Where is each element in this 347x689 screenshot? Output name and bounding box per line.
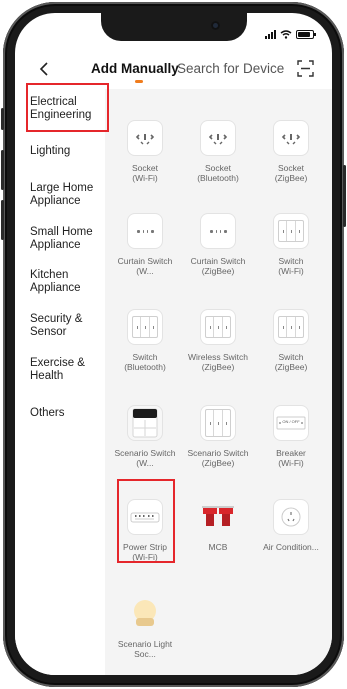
device-tile-air-condition[interactable]: Air Condition... bbox=[258, 500, 324, 552]
device-label: Socket bbox=[205, 163, 231, 173]
status-bar bbox=[265, 30, 316, 39]
battery-level bbox=[298, 32, 310, 37]
mute-button bbox=[1, 108, 4, 130]
light-socket-icon bbox=[128, 597, 162, 631]
curtain-switch-icon bbox=[128, 214, 162, 248]
device-label: Scenario Switch bbox=[187, 448, 249, 458]
device-sub-label: (ZigBee) bbox=[201, 458, 235, 468]
sidebar-item-small-home-appliance[interactable]: Small Home Appliance bbox=[30, 226, 104, 252]
device-sub-label: (Wi-Fi) bbox=[132, 173, 158, 183]
tab-search-for-device[interactable]: Search for Device bbox=[177, 61, 284, 76]
breaker-mini-text: ON / OFF bbox=[282, 419, 300, 424]
sidebar-item-kitchen-appliance[interactable]: Kitchen Appliance bbox=[30, 269, 104, 295]
device-tile-scenario-switch-zigbee[interactable]: Scenario Switch (ZigBee) bbox=[185, 406, 251, 468]
device-tile-wireless-switch-zigbee[interactable]: Wireless Switch (ZigBee) bbox=[185, 310, 251, 372]
scenario-switch-icon bbox=[128, 406, 162, 440]
wall-switch-icon bbox=[274, 310, 308, 344]
back-arrow-icon[interactable] bbox=[37, 61, 53, 77]
volume-up-button bbox=[1, 150, 4, 190]
device-tile-mcb[interactable]: MCB bbox=[185, 500, 251, 552]
device-sub-label: (Bluetooth) bbox=[197, 173, 239, 183]
power-strip-icon bbox=[128, 500, 162, 534]
screen: Add Manually Search for Device Electrica… bbox=[15, 13, 332, 675]
air-condition-socket-icon bbox=[274, 500, 308, 534]
device-tile-switch-bluetooth[interactable]: Switch (Bluetooth) bbox=[112, 310, 178, 372]
device-label: Air Condition... bbox=[263, 542, 319, 552]
device-tile-power-strip-wifi[interactable]: Power Strip (Wi-Fi) bbox=[112, 500, 178, 562]
device-sub-label: (Wi-Fi) bbox=[132, 552, 158, 562]
device-tile-socket-bluetooth[interactable]: Socket (Bluetooth) bbox=[185, 121, 251, 183]
device-label: Wireless Switch bbox=[188, 352, 248, 362]
socket-icon bbox=[201, 121, 235, 155]
sidebar-item-exercise-health[interactable]: Exercise & Health bbox=[30, 357, 104, 383]
device-label: Breaker bbox=[276, 448, 306, 458]
wall-switch-icon bbox=[128, 310, 162, 344]
sidebar-item-security-sensor[interactable]: Security & Sensor bbox=[30, 313, 104, 339]
category-sidebar: Electrical Engineering Lighting Large Ho… bbox=[15, 89, 105, 675]
volume-down-button bbox=[1, 200, 4, 240]
curtain-switch-icon bbox=[201, 214, 235, 248]
device-sub-label: (Bluetooth) bbox=[124, 362, 166, 372]
device-tile-switch-wifi[interactable]: Switch (Wi-Fi) bbox=[258, 214, 324, 276]
device-label: Switch bbox=[278, 352, 304, 362]
device-sub-label: (ZigBee) bbox=[201, 362, 235, 372]
breaker-icon: ON / OFF bbox=[274, 406, 308, 440]
device-label: Curtain Switch (W... bbox=[117, 256, 173, 276]
device-label: Socket bbox=[132, 163, 158, 173]
device-label: Switch bbox=[132, 352, 158, 362]
device-sub-label: (ZigBee) bbox=[201, 266, 235, 276]
device-tile-scenario-light-socket[interactable]: Scenario Light Soc... bbox=[112, 597, 178, 659]
device-sub-label: (ZigBee) bbox=[274, 362, 308, 372]
device-sub-label: (Wi-Fi) bbox=[278, 458, 304, 468]
tab-active-indicator bbox=[135, 80, 143, 83]
device-label: Curtain Switch bbox=[190, 256, 246, 266]
device-label: Power Strip bbox=[123, 542, 167, 552]
device-sub-label: (Wi-Fi) bbox=[278, 266, 304, 276]
device-sub-label: (ZigBee) bbox=[274, 173, 308, 183]
wifi-icon bbox=[280, 30, 292, 39]
battery-icon bbox=[296, 30, 316, 39]
device-tile-socket-zigbee[interactable]: Socket (ZigBee) bbox=[258, 121, 324, 183]
device-tile-switch-zigbee[interactable]: Switch (ZigBee) bbox=[258, 310, 324, 372]
wall-switch-icon bbox=[274, 214, 308, 248]
device-grid: Socket (Wi-Fi) Socket (Bluetooth) Socket… bbox=[105, 89, 332, 675]
notch bbox=[101, 13, 247, 41]
device-tile-socket-wifi[interactable]: Socket (Wi-Fi) bbox=[112, 121, 178, 183]
sidebar-item-electrical-engineering[interactable]: Electrical Engineering bbox=[30, 96, 104, 122]
header: Add Manually Search for Device bbox=[15, 55, 332, 87]
camera-icon bbox=[211, 21, 220, 30]
socket-icon bbox=[128, 121, 162, 155]
device-tile-scenario-switch-wifi[interactable]: Scenario Switch (W... bbox=[112, 406, 178, 468]
device-label: Scenario Light Soc... bbox=[117, 639, 173, 659]
signal-icon bbox=[265, 30, 276, 39]
device-label: MCB bbox=[208, 542, 228, 552]
tab-add-manually[interactable]: Add Manually bbox=[91, 61, 179, 76]
wall-switch-icon bbox=[201, 310, 235, 344]
device-label: Scenario Switch (W... bbox=[114, 448, 176, 468]
scan-icon[interactable] bbox=[297, 60, 314, 77]
power-button bbox=[343, 165, 346, 227]
sidebar-item-others[interactable]: Others bbox=[30, 407, 104, 420]
scenario-switch-icon bbox=[201, 406, 235, 440]
device-label: Socket bbox=[278, 163, 304, 173]
socket-icon bbox=[274, 121, 308, 155]
sidebar-item-lighting[interactable]: Lighting bbox=[30, 145, 104, 158]
device-tile-curtain-switch-zigbee[interactable]: Curtain Switch (ZigBee) bbox=[185, 214, 251, 276]
device-tile-breaker-wifi[interactable]: ON / OFF Breaker (Wi-Fi) bbox=[258, 406, 324, 468]
sidebar-item-large-home-appliance[interactable]: Large Home Appliance bbox=[30, 182, 104, 208]
device-label: Switch bbox=[278, 256, 304, 266]
mcb-icon bbox=[201, 500, 235, 534]
device-tile-curtain-switch-wifi[interactable]: Curtain Switch (W... bbox=[112, 214, 178, 276]
